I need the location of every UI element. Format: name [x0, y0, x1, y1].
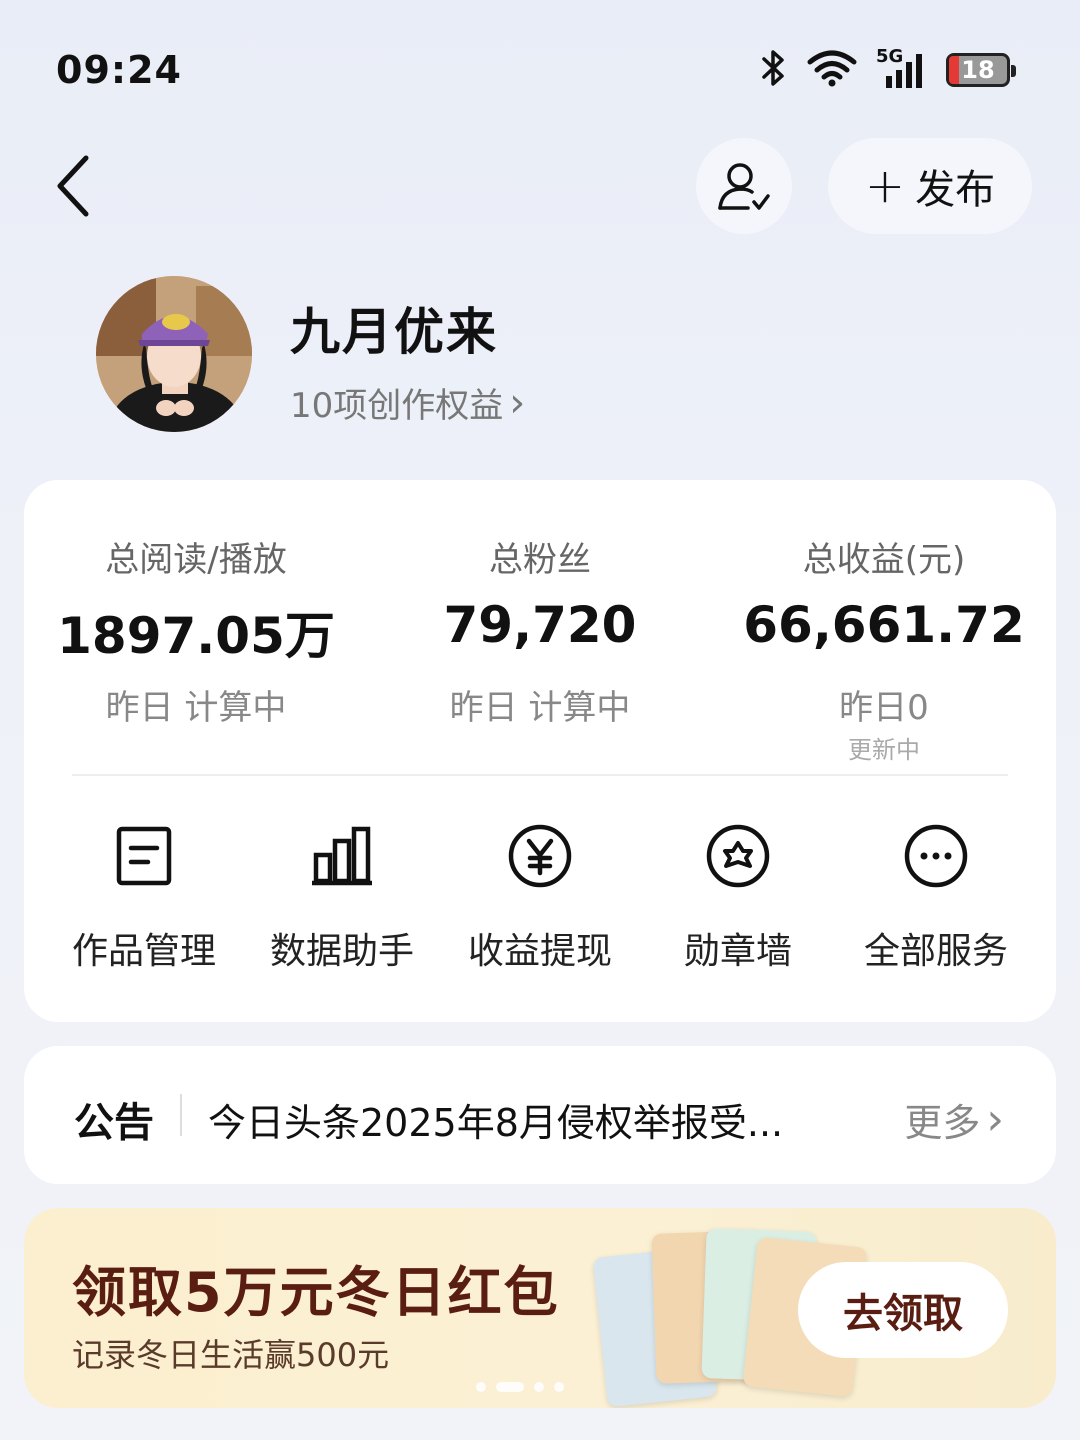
more-icon: [900, 820, 972, 892]
plus-icon: +: [864, 158, 906, 214]
bar-chart-icon: [306, 820, 378, 892]
carousel-dot-active: [496, 1382, 524, 1392]
stat-value: 66,661.72: [743, 596, 1025, 654]
stats-card: 总阅读/播放 1897.05万 昨日 计算中 总粉丝 79,720 昨日 计算中…: [24, 480, 1056, 1022]
status-time: 09:24: [56, 48, 182, 92]
user-check-icon: [718, 163, 770, 210]
service-label: 数据助手: [269, 931, 414, 972]
chevron-left-icon: [57, 155, 89, 217]
stat-yesterday: 昨日 计算中: [105, 688, 287, 728]
carousel-indicator: [476, 1382, 564, 1392]
carousel-dot: [554, 1382, 564, 1392]
publish-label: 发布: [915, 167, 996, 213]
divider: [180, 1094, 182, 1136]
service-label: 全部服务: [863, 931, 1008, 972]
creator-rights-link[interactable]: 10项创作权益 ›: [290, 378, 525, 427]
more-label: 更多: [904, 1101, 981, 1145]
chevron-right-icon: ›: [509, 379, 526, 426]
notice-card[interactable]: 公告 今日头条2025年8月侵权举报受... 更多 ›: [24, 1046, 1056, 1184]
profile-manage-button[interactable]: [696, 138, 792, 234]
carousel-dot: [476, 1382, 486, 1392]
promo-banner[interactable]: 领取5万元冬日红包 记录冬日生活赢500元 去领取: [24, 1208, 1056, 1408]
notice-title: 公告: [74, 1100, 154, 1146]
service-earnings-withdraw[interactable]: 收益提现: [440, 820, 640, 974]
username: 九月优来: [290, 303, 498, 361]
notice-text[interactable]: 今日头条2025年8月侵权举报受...: [208, 1092, 783, 1147]
banner-subtitle: 记录冬日生活赢500元: [72, 1336, 390, 1374]
service-badge-wall[interactable]: 勋章墙: [638, 820, 838, 974]
publish-button[interactable]: + 发布: [828, 138, 1032, 234]
wifi-icon: [806, 48, 858, 92]
badge-icon: [702, 820, 774, 892]
claim-button[interactable]: 去领取: [798, 1262, 1008, 1358]
signal-icon: 5G: [876, 46, 928, 90]
service-works-manage[interactable]: 作品管理: [44, 820, 244, 974]
stat-label: 总粉丝: [489, 540, 591, 580]
document-icon: [108, 820, 180, 892]
service-label: 勋章墙: [683, 931, 792, 972]
bluetooth-icon: [760, 48, 788, 92]
yen-icon: [504, 820, 576, 892]
battery-icon: 18: [946, 53, 1016, 87]
divider: [72, 774, 1008, 776]
creator-rights-label: 10项创作权益: [290, 386, 504, 426]
stat-yesterday: 昨日 计算中: [449, 688, 631, 728]
notice-more-link[interactable]: 更多 ›: [904, 1092, 1004, 1147]
stat-yesterday: 昨日0: [839, 688, 929, 728]
avatar[interactable]: [96, 276, 252, 432]
stat-value: 79,720: [443, 596, 637, 654]
banner-title: 领取5万元冬日红包: [72, 1261, 560, 1324]
service-all-services[interactable]: 全部服务: [836, 820, 1036, 974]
battery-level: 18: [961, 56, 995, 84]
stat-updating: 更新中: [848, 736, 920, 764]
chevron-right-icon: ›: [986, 1093, 1004, 1145]
back-button[interactable]: [48, 150, 108, 220]
service-data-assistant[interactable]: 数据助手: [242, 820, 442, 974]
service-label: 作品管理: [71, 931, 216, 972]
carousel-dot: [534, 1382, 544, 1392]
service-label: 收益提现: [467, 931, 612, 972]
stat-label: 总收益(元): [802, 540, 966, 580]
stat-value: 1897.05万: [57, 607, 335, 665]
stat-label: 总阅读/播放: [105, 540, 287, 580]
status-bar: 09:24 5G 18: [0, 0, 1080, 130]
